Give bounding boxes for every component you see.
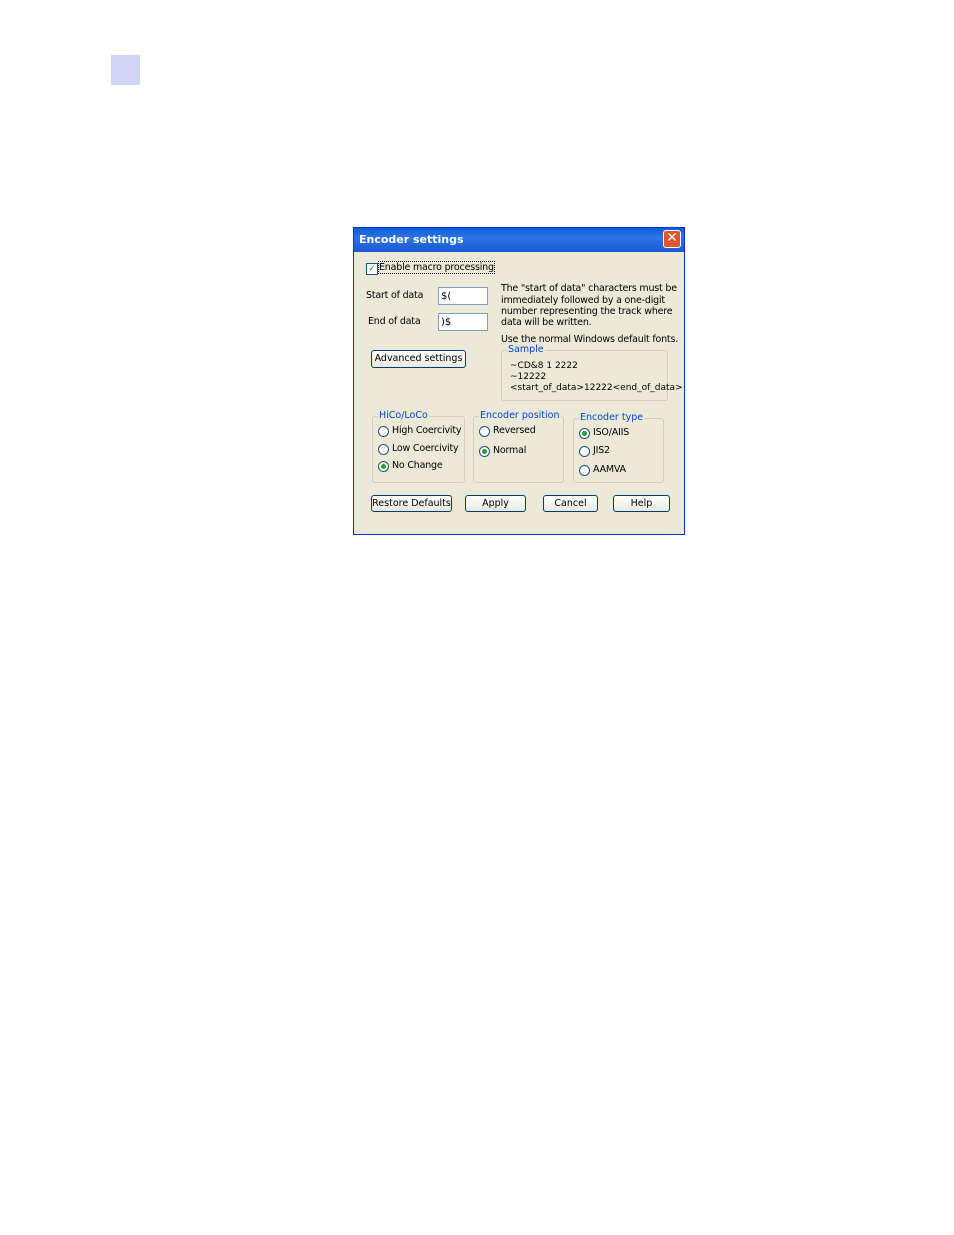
apply-button[interactable]: Apply <box>465 495 526 512</box>
low-coercivity-radio[interactable] <box>378 444 389 455</box>
sample-group-title: Sample <box>507 344 545 355</box>
title-bar[interactable]: Encoder settings ✕ <box>354 228 684 252</box>
jis2-radio[interactable] <box>579 446 590 457</box>
normal-label[interactable]: Normal <box>493 445 526 456</box>
restore-defaults-button[interactable]: Restore Defaults <box>371 495 452 512</box>
aamva-label[interactable]: AAMVA <box>593 464 626 475</box>
sample-line-1: ~CD&8 1 2222 <box>510 361 578 371</box>
hico-loco-group-title: HiCo/LoCo <box>378 410 429 421</box>
encoder-type-group: Encoder type ISO/AIIS JIS2 AAMVA <box>573 412 664 483</box>
start-of-data-label: Start of data <box>366 290 424 301</box>
sample-line-2: ~12222 <box>510 372 547 382</box>
advanced-settings-button[interactable]: Advanced settings <box>371 350 466 368</box>
sample-line-3: <start_of_data>12222<end_of_data> <box>510 383 683 393</box>
end-of-data-input[interactable] <box>438 313 488 331</box>
normal-radio[interactable] <box>479 446 490 457</box>
aamva-radio[interactable] <box>579 465 590 476</box>
dialog-title: Encoder settings <box>359 233 464 246</box>
reversed-radio[interactable] <box>479 426 490 437</box>
info-text-line-2: immediately followed by a one-digit <box>501 295 665 306</box>
iso-aiis-label[interactable]: ISO/AIIS <box>593 427 629 438</box>
info-text-line-3: number representing the track where <box>501 306 673 317</box>
encoder-type-group-title: Encoder type <box>579 412 645 423</box>
cancel-button[interactable]: Cancel <box>543 495 598 512</box>
start-of-data-input[interactable] <box>438 287 488 305</box>
info-text-line-4: data will be written. <box>501 317 592 328</box>
sample-group: Sample ~CD&8 1 2222 ~12222 <start_of_dat… <box>501 344 683 401</box>
help-button[interactable]: Help <box>613 495 670 512</box>
info-text-line-1: The "start of data" characters must be <box>501 283 677 294</box>
end-of-data-label: End of data <box>368 316 421 327</box>
encoder-position-group-title: Encoder position <box>479 410 561 421</box>
high-coercivity-label[interactable]: High Coercivity <box>392 425 462 436</box>
close-button[interactable]: ✕ <box>663 230 681 248</box>
hico-loco-group: HiCo/LoCo High Coercivity Low Coercivity… <box>372 410 465 483</box>
encoder-position-group: Encoder position Reversed Normal <box>473 410 564 483</box>
no-change-radio[interactable] <box>378 461 389 472</box>
enable-macro-checkbox[interactable]: ✓ <box>366 263 378 275</box>
enable-macro-label[interactable]: Enable macro processing <box>378 261 495 274</box>
reversed-label[interactable]: Reversed <box>493 425 536 436</box>
no-change-label[interactable]: No Change <box>392 460 443 471</box>
jis2-label[interactable]: JIS2 <box>593 445 610 456</box>
low-coercivity-label[interactable]: Low Coercivity <box>392 443 459 454</box>
page-corner-marker <box>111 55 140 85</box>
high-coercivity-radio[interactable] <box>378 426 389 437</box>
encoder-settings-dialog: Encoder settings ✕ ✓ Enable macro proces… <box>353 227 685 535</box>
iso-aiis-radio[interactable] <box>579 428 590 439</box>
